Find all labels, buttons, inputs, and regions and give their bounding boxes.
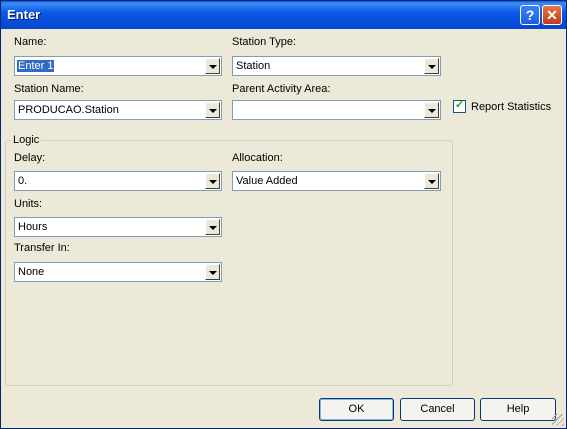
station-name-label: Station Name: xyxy=(14,83,84,95)
report-statistics-label[interactable]: Report Statistics xyxy=(471,101,551,113)
allocation-value: Value Added xyxy=(236,175,298,187)
enter-dialog: Enter ? ✕ Name: Enter 1 Station Type: St… xyxy=(0,0,567,429)
delay-label: Delay: xyxy=(14,152,46,164)
chevron-down-icon[interactable] xyxy=(205,58,220,74)
station-type-label: Station Type: xyxy=(232,36,297,48)
checkmark-icon: ✓ xyxy=(455,99,465,111)
help-icon[interactable]: ? xyxy=(520,5,540,25)
units-value: Hours xyxy=(18,221,48,233)
delay-value: 0. xyxy=(18,175,28,187)
name-label: Name: xyxy=(14,36,47,48)
window-title: Enter xyxy=(7,7,41,22)
chevron-down-icon[interactable] xyxy=(205,173,220,189)
parent-activity-area-label: Parent Activity Area: xyxy=(232,83,331,95)
units-combo[interactable]: Hours xyxy=(14,217,222,237)
parent-activity-area-combo[interactable] xyxy=(232,100,441,120)
station-name-combo[interactable]: PRODUCAO.Station xyxy=(14,100,222,120)
chevron-down-icon[interactable] xyxy=(205,264,220,280)
transfer-in-value: None xyxy=(18,266,45,278)
transfer-in-label: Transfer In: xyxy=(14,242,70,254)
name-value: Enter 1 xyxy=(17,60,55,72)
station-type-value: Station xyxy=(236,60,271,72)
station-name-value: PRODUCAO.Station xyxy=(18,104,119,116)
allocation-label: Allocation: xyxy=(232,152,283,164)
allocation-combo[interactable]: Value Added xyxy=(232,171,441,191)
units-label: Units: xyxy=(14,198,43,210)
station-type-combo[interactable]: Station xyxy=(232,56,441,76)
title-bar[interactable]: Enter ? ✕ xyxy=(1,1,566,29)
close-icon[interactable]: ✕ xyxy=(542,5,562,25)
resize-grip-icon[interactable] xyxy=(552,414,564,426)
chevron-down-icon[interactable] xyxy=(205,219,220,235)
transfer-in-combo[interactable]: None xyxy=(14,262,222,282)
report-statistics-checkbox[interactable]: ✓ xyxy=(453,99,466,113)
help-button[interactable]: Help xyxy=(480,398,556,421)
ok-button[interactable]: OK xyxy=(319,398,394,421)
cancel-button[interactable]: Cancel xyxy=(400,398,475,421)
chevron-down-icon[interactable] xyxy=(424,102,439,118)
chevron-down-icon[interactable] xyxy=(205,102,220,118)
logic-group-title: Logic xyxy=(11,134,42,146)
chevron-down-icon[interactable] xyxy=(424,173,439,189)
chevron-down-icon[interactable] xyxy=(424,58,439,74)
delay-combo[interactable]: 0. xyxy=(14,171,222,191)
name-combo[interactable]: Enter 1 xyxy=(14,56,222,76)
